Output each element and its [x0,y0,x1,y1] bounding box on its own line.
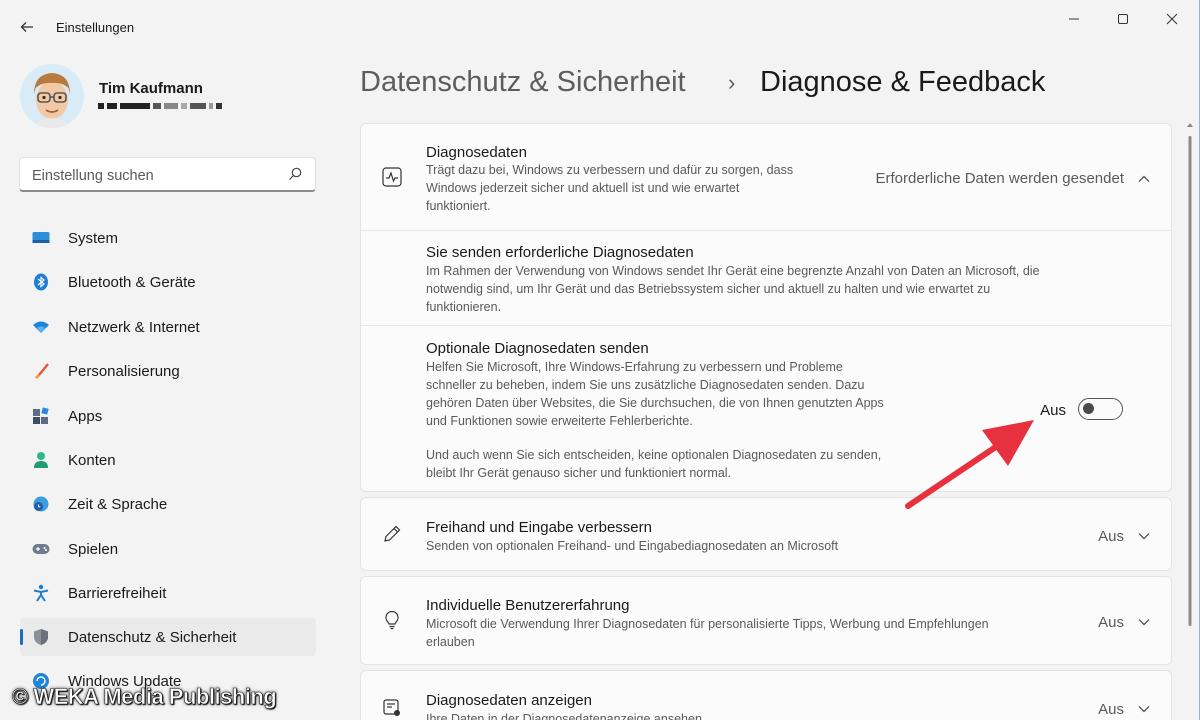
minimize-icon [1069,18,1079,20]
inking-typing-desc: Senden von optionalen Freihand- und Eing… [426,539,839,553]
sidebar-item-apps[interactable]: Apps [20,397,316,435]
breadcrumb-separator: › [728,70,736,95]
diagnostic-data-status: Erforderliche Daten werden gesendet [875,170,1124,187]
scrollbar[interactable] [1186,120,1194,720]
maximize-button[interactable] [1103,6,1143,32]
globe-clock-icon [32,495,50,513]
sidebar-item-network[interactable]: Netzwerk & Internet [20,308,316,346]
avatar[interactable] [20,64,84,128]
optional-data-note-1: Und auch wenn Sie sich entscheiden, kein… [426,448,882,462]
breadcrumb-parent[interactable]: Datenschutz & Sicherheit [360,66,686,99]
minimize-button[interactable] [1054,6,1094,32]
sidebar-item-label: Personalisierung [68,363,180,380]
watermark: © WEKA Media Publishing [12,684,277,710]
diagnostic-data-card: Diagnosedaten Trägt dazu bei, Windows zu… [360,123,1172,492]
user-name: Tim Kaufmann [99,80,203,97]
view-diagnostic-data-desc: Ihre Daten in der Diagnosedatenanzeige a… [426,712,702,720]
brush-icon [32,362,50,380]
shield-icon [32,628,50,646]
activity-icon [381,166,403,188]
page-title: Diagnose & Feedback [760,66,1046,98]
user-email-redacted [98,103,232,111]
app-title: Einstellungen [56,20,135,35]
divider [361,325,1171,326]
tailored-experiences-desc-1: Microsoft die Verwendung Ihrer Diagnosed… [426,617,989,631]
sidebar-item-label: Konten [68,452,116,469]
optional-data-toggle[interactable] [1078,398,1123,420]
chevron-up-icon [1138,175,1150,182]
optional-data-desc-2: schneller zu beheben, indem Sie uns zusä… [426,378,865,392]
search-input[interactable]: Einstellung suchen [19,157,316,192]
bluetooth-icon [32,273,50,291]
tailored-experiences-status: Aus [1098,614,1124,631]
diagnostic-data-header[interactable]: Diagnosedaten Trägt dazu bei, Windows zu… [361,124,1171,230]
optional-data-title: Optionale Diagnosedaten senden [426,340,649,357]
tailored-experiences-card[interactable]: Individuelle Benutzererfahrung Microsoft… [360,576,1172,665]
back-button[interactable] [12,12,42,42]
chevron-down-icon [1138,706,1150,713]
search-placeholder: Einstellung suchen [32,168,154,184]
settings-window: Einstellungen Tim Kaufmann Einstellung s… [0,0,1200,720]
data-viewer-icon [381,697,403,719]
inking-typing-card[interactable]: Freihand und Eingabe verbessern Senden v… [360,497,1172,571]
required-data-desc-3: funktionieren. [426,300,502,314]
diagnostic-data-desc-2: Windows jederzeit sicher und aktuell ist… [426,181,740,195]
sidebar-item-personalization[interactable]: Personalisierung [20,352,316,390]
accessibility-icon [32,584,50,602]
close-button[interactable] [1152,6,1192,32]
wifi-icon [32,318,50,336]
sidebar-item-label: Zeit & Sprache [68,496,168,513]
optional-data-desc-4: und Funktionen sowie erweiterte Fehlerbe… [426,414,693,428]
account-icon [32,451,50,469]
sidebar-item-label: Netzwerk & Internet [68,319,200,336]
sidebar-item-label: Bluetooth & Geräte [68,274,196,291]
tailored-experiences-desc-2: erlauben [426,635,475,649]
system-icon [32,229,50,247]
inking-typing-title: Freihand und Eingabe verbessern [426,519,652,536]
divider [361,230,1171,231]
annotation-arrow-icon [905,420,1034,509]
view-diagnostic-data-title: Diagnosedaten anzeigen [426,692,592,709]
title-bar: Einstellungen [0,0,1199,42]
diagnostic-data-title: Diagnosedaten [426,144,527,161]
diagnostic-data-desc-3: funktioniert. [426,199,491,213]
chevron-down-icon [1138,619,1150,626]
sidebar-item-label: Datenschutz & Sicherheit [68,629,237,646]
pen-icon [381,523,403,545]
diagnostic-data-desc-1: Trägt dazu bei, Windows zu verbessern un… [426,163,794,177]
sidebar-item-label: Apps [68,408,103,425]
close-icon [1166,13,1178,25]
sidebar-item-system[interactable]: System [20,219,316,257]
apps-icon [32,407,50,425]
optional-data-note-2: bleibt Ihr Gerät genauso sicher und funk… [426,466,732,480]
optional-data-desc-1: Helfen Sie Microsoft, Ihre Windows-Erfah… [426,360,843,374]
sidebar-item-time-language[interactable]: Zeit & Sprache [20,485,316,523]
optional-data-desc-3: gehören Daten über Websites, die Sie dur… [426,396,884,410]
sidebar-item-bluetooth[interactable]: Bluetooth & Geräte [20,263,316,301]
required-data-desc-2: notwendig sind, um Ihr Gerät und das Bet… [426,282,991,296]
search-icon [289,167,302,180]
tailored-experiences-title: Individuelle Benutzererfahrung [426,597,630,614]
memoji-avatar-icon [20,64,84,128]
view-diagnostic-data-card[interactable]: Diagnosedaten anzeigen Ihre Daten in der… [360,670,1172,720]
required-data-title: Sie senden erforderliche Diagnosedaten [426,244,694,261]
sidebar-item-gaming[interactable]: Spielen [20,530,316,568]
maximize-icon [1118,14,1128,24]
sidebar-item-privacy-security[interactable]: Datenschutz & Sicherheit [20,618,316,656]
required-data-desc-1: Im Rahmen der Verwendung von Windows sen… [426,264,1040,278]
gamepad-icon [32,540,50,558]
view-diagnostic-data-status: Aus [1098,701,1124,718]
chevron-down-icon [1138,533,1150,540]
back-arrow-icon [20,22,33,32]
active-indicator [20,629,23,645]
sidebar-item-label: Spielen [68,541,119,558]
sidebar-item-label: Barrierefreiheit [68,585,167,602]
sidebar-item-label: System [68,230,119,247]
sidebar-item-accounts[interactable]: Konten [20,441,316,479]
inking-typing-status: Aus [1098,528,1124,545]
toggle-knob [1083,403,1094,414]
lightbulb-icon [381,609,403,631]
sidebar-item-accessibility[interactable]: Barrierefreiheit [20,574,316,612]
